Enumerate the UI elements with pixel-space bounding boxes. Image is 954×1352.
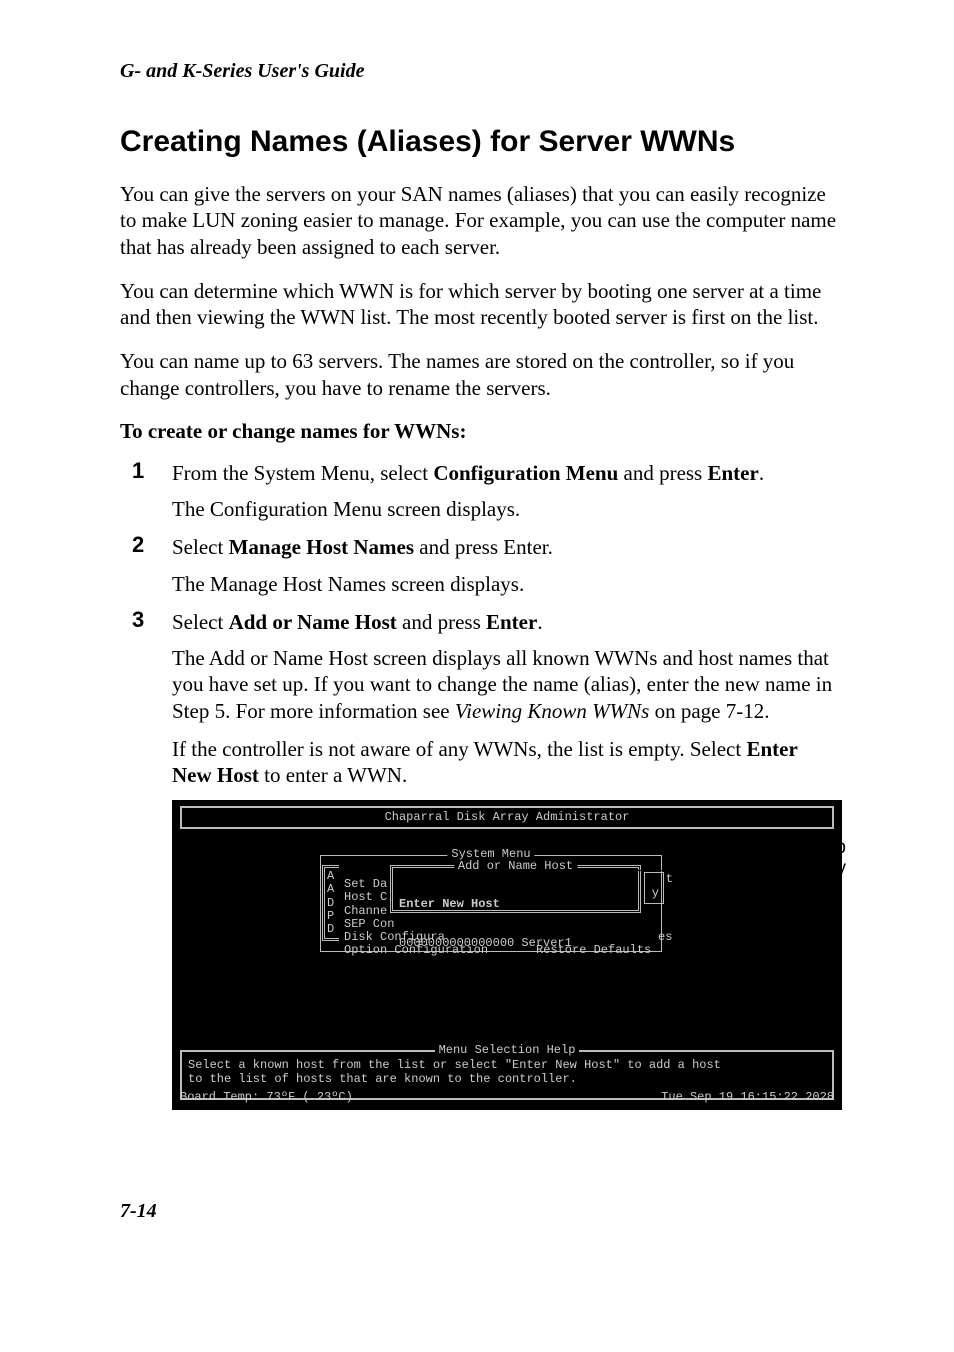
step-3: Select Add or Name Host and press Enter.…	[120, 609, 839, 789]
step-1: From the System Menu, select Configurati…	[120, 460, 839, 523]
step-2-main: Select Manage Host Names and press Enter…	[172, 534, 839, 560]
terminal-figure: Name set up previously Chaparral Disk Ar…	[172, 800, 842, 1110]
step-3-sub-2: If the controller is not aware of any WW…	[172, 736, 839, 789]
help-label: Menu Selection Help	[435, 1043, 580, 1057]
procedure-steps: From the System Menu, select Configurati…	[120, 460, 839, 789]
page-number: 7-14	[120, 1200, 839, 1223]
intro-para-2: You can determine which WWN is for which…	[120, 278, 839, 331]
scroll-indicator-box: t y	[644, 872, 664, 904]
intro-para-1: You can give the servers on your SAN nam…	[120, 181, 839, 260]
terminal-title: Chaparral Disk Array Administrator	[180, 806, 834, 829]
left-letter-col: A A D P D	[322, 865, 339, 941]
terminal-screen: Chaparral Disk Array Administrator Syste…	[172, 800, 842, 1110]
wwn-entry-item: 0000000000000000 Server1	[399, 937, 632, 950]
step-2: Select Manage Host Names and press Enter…	[120, 534, 839, 597]
step-1-main: From the System Menu, select Configurati…	[172, 460, 839, 486]
status-left: Board Temp: 73ºF ( 23ºC)	[180, 1091, 353, 1104]
status-right: Tue Sep 19 16:15:22 2028	[661, 1091, 834, 1104]
help-text: Select a known host from the list or sel…	[188, 1059, 826, 1085]
trail-es: es	[658, 931, 672, 944]
enter-new-host-item: Enter New Host	[399, 898, 632, 911]
intro-para-3: You can name up to 63 servers. The names…	[120, 348, 839, 401]
status-bar: Board Temp: 73ºF ( 23ºC) Tue Sep 19 16:1…	[180, 1091, 834, 1104]
procedure-heading: To create or change names for WWNs:	[120, 419, 839, 444]
add-name-host-box: Add or Name Host Enter New Host 00000000…	[390, 865, 641, 913]
step-3-main: Select Add or Name Host and press Enter.	[172, 609, 839, 635]
section-title: Creating Names (Aliases) for Server WWNs	[120, 125, 839, 159]
add-name-host-label: Add or Name Host	[454, 860, 577, 873]
step-3-sub-1: The Add or Name Host screen displays all…	[172, 645, 839, 724]
step-1-sub: The Configuration Menu screen displays.	[172, 496, 839, 522]
step-2-sub: The Manage Host Names screen displays.	[172, 571, 839, 597]
running-head: G- and K-Series User's Guide	[120, 60, 839, 83]
